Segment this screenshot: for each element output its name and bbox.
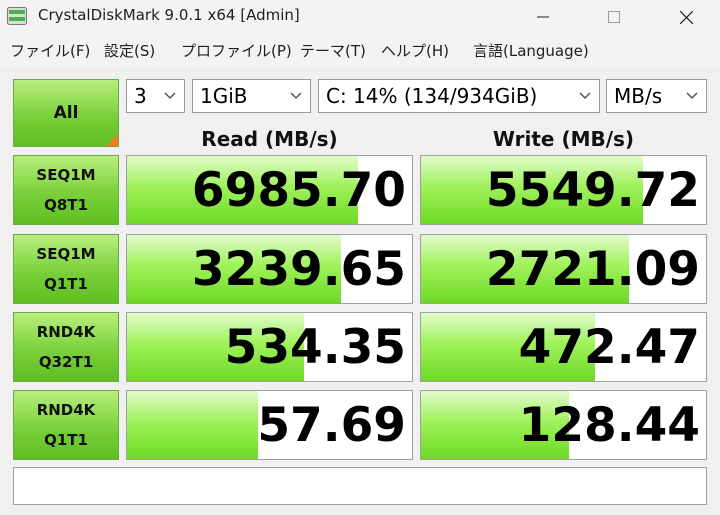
test-name: SEQ1M xyxy=(36,166,96,184)
run-all-button[interactable]: All xyxy=(13,79,119,147)
read-value: 57.69 xyxy=(257,398,406,453)
test-size-select[interactable]: 1GiB xyxy=(192,79,311,113)
chevron-down-icon xyxy=(164,92,176,99)
write-result-rnd4k-q1t1: 128.44 xyxy=(420,390,707,460)
write-value: 128.44 xyxy=(518,398,700,453)
app-icon xyxy=(7,7,27,25)
chevron-down-icon xyxy=(579,92,591,99)
test-name: RND4K xyxy=(36,323,96,341)
read-result-seq1m-q1t1: 3239.65 xyxy=(126,234,413,304)
test-count-select[interactable]: 3 xyxy=(126,79,185,113)
menu-settings[interactable]: 設定(S) xyxy=(104,40,155,61)
read-result-seq1m-q8t1: 6985.70 xyxy=(126,155,413,225)
close-button[interactable] xyxy=(663,0,709,34)
chevron-down-icon xyxy=(290,92,302,99)
test-queue: Q32T1 xyxy=(38,353,94,371)
corner-marker xyxy=(106,134,118,146)
test-size-value: 1GiB xyxy=(200,84,248,108)
drive-select[interactable]: C: 14% (134/934GiB) xyxy=(318,79,600,113)
read-result-rnd4k-q32t1: 534.35 xyxy=(126,312,413,382)
maximize-button[interactable] xyxy=(591,0,637,34)
test-button-seq1m-q8t1[interactable]: SEQ1M Q8T1 xyxy=(13,155,119,225)
menu-bar: ファイル(F) 設定(S) プロファイル(P) テーマ(T) ヘルプ(H) 言語… xyxy=(0,34,720,66)
read-score-bar xyxy=(127,391,259,459)
read-result-rnd4k-q1t1: 57.69 xyxy=(126,390,413,460)
run-all-label: All xyxy=(53,103,79,123)
menu-profile[interactable]: プロファイル(P) xyxy=(181,40,292,61)
menu-language[interactable]: 言語(Language) xyxy=(473,40,589,61)
write-result-seq1m-q1t1: 2721.09 xyxy=(420,234,707,304)
test-count-value: 3 xyxy=(134,84,147,108)
chevron-down-icon xyxy=(686,92,698,99)
title-bar: CrystalDiskMark 9.0.1 x64 [Admin] xyxy=(0,0,720,34)
read-value: 534.35 xyxy=(224,320,406,375)
write-column-header: Write (MB/s) xyxy=(492,127,635,151)
test-queue: Q1T1 xyxy=(44,431,88,449)
menu-help[interactable]: ヘルプ(H) xyxy=(381,40,449,61)
menu-file[interactable]: ファイル(F) xyxy=(10,40,90,61)
read-value: 6985.70 xyxy=(191,163,406,218)
drive-value: C: 14% (134/934GiB) xyxy=(326,84,538,108)
write-result-rnd4k-q32t1: 472.47 xyxy=(420,312,707,382)
minimize-button[interactable] xyxy=(520,0,566,34)
test-button-seq1m-q1t1[interactable]: SEQ1M Q1T1 xyxy=(13,234,119,304)
write-value: 2721.09 xyxy=(485,242,700,297)
unit-select[interactable]: MB/s xyxy=(606,79,707,113)
window-title: CrystalDiskMark 9.0.1 x64 [Admin] xyxy=(38,6,300,24)
test-name: RND4K xyxy=(36,401,96,419)
test-queue: Q8T1 xyxy=(44,196,88,214)
test-name: SEQ1M xyxy=(36,245,96,263)
comment-field[interactable] xyxy=(13,467,707,505)
read-value: 3239.65 xyxy=(191,242,406,297)
unit-value: MB/s xyxy=(614,84,663,108)
test-button-rnd4k-q32t1[interactable]: RND4K Q32T1 xyxy=(13,312,119,382)
write-result-seq1m-q8t1: 5549.72 xyxy=(420,155,707,225)
test-queue: Q1T1 xyxy=(44,275,88,293)
read-column-header: Read (MB/s) xyxy=(201,127,338,151)
menu-theme[interactable]: テーマ(T) xyxy=(300,40,366,61)
write-value: 472.47 xyxy=(518,320,700,375)
test-button-rnd4k-q1t1[interactable]: RND4K Q1T1 xyxy=(13,390,119,460)
write-value: 5549.72 xyxy=(485,163,700,218)
